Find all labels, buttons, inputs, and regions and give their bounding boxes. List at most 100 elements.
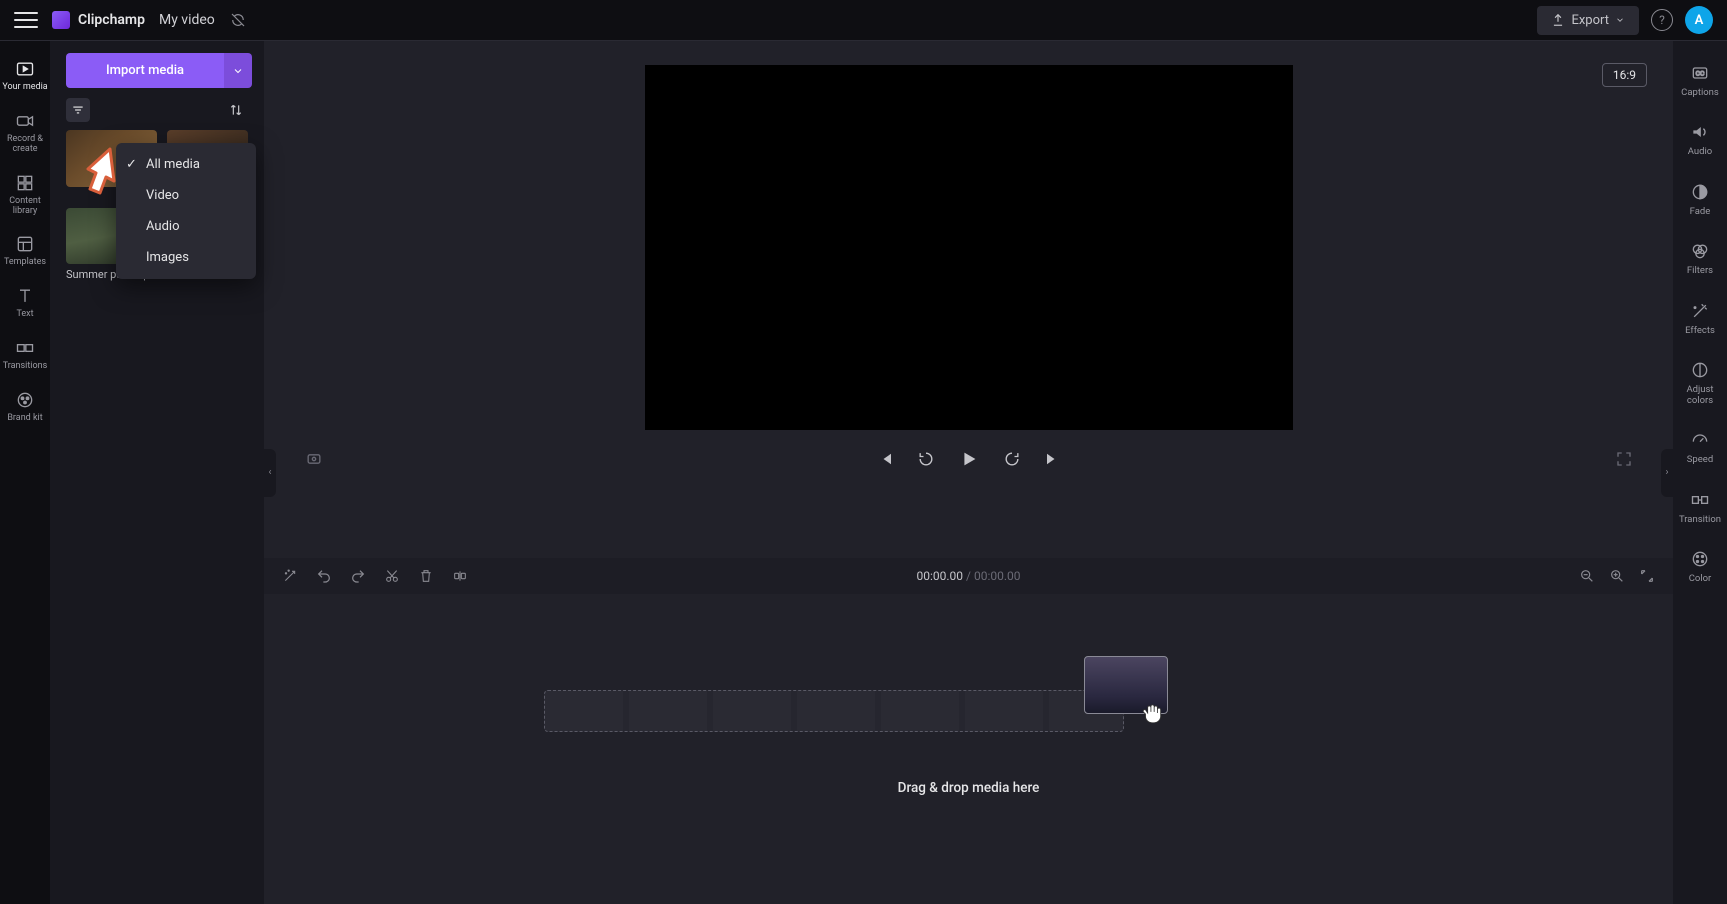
filter-option-audio[interactable]: Audio	[116, 211, 256, 242]
right-adjust-colors[interactable]: Adjust colors	[1673, 350, 1727, 416]
delete-button[interactable]	[418, 568, 434, 584]
filter-dropdown: All media Video Audio Images	[116, 143, 256, 279]
time-display: 00:00.00 / 00:00.00	[916, 569, 1020, 583]
right-label: Audio	[1688, 147, 1712, 157]
fullscreen-button[interactable]	[1615, 450, 1633, 468]
preview-canvas[interactable]	[645, 65, 1293, 430]
nav-templates[interactable]: Templates	[0, 226, 50, 276]
nav-record-create[interactable]: Record & create	[0, 103, 50, 163]
right-label: Adjust colors	[1673, 385, 1727, 406]
undo-button[interactable]	[316, 568, 332, 584]
nav-content-library[interactable]: Content library	[0, 165, 50, 225]
rewind-button[interactable]	[916, 449, 936, 469]
audio-icon	[1690, 122, 1710, 142]
text-icon	[15, 286, 35, 306]
adjust-icon	[1690, 360, 1710, 380]
avatar[interactable]: A	[1685, 6, 1713, 34]
timeline-toolbar: 00:00.00 / 00:00.00	[264, 558, 1673, 594]
topbar-right: Export ? A	[1537, 6, 1713, 35]
avatar-letter: A	[1695, 13, 1704, 28]
brand-kit-icon	[15, 390, 35, 410]
collapse-right-button[interactable]: ›	[1661, 449, 1673, 497]
fit-timeline-button[interactable]	[1639, 568, 1655, 584]
nav-label: Content library	[0, 197, 50, 217]
menu-button[interactable]	[14, 8, 38, 32]
color-icon	[1690, 549, 1710, 569]
filter-button[interactable]	[66, 98, 90, 122]
skip-back-button[interactable]	[876, 450, 894, 468]
magic-button[interactable]	[282, 568, 298, 584]
split-button[interactable]	[452, 568, 468, 584]
filters-icon	[1690, 241, 1710, 261]
project-name[interactable]: My video	[159, 12, 215, 28]
top-bar: Clipchamp My video Export ? A	[0, 0, 1727, 41]
templates-icon	[15, 234, 35, 254]
nav-text[interactable]: Text	[0, 278, 50, 328]
nav-rail: Your media Record & create Content libra…	[0, 41, 50, 904]
nav-label: Your media	[2, 83, 47, 93]
right-label: Fade	[1690, 207, 1711, 217]
nav-label: Brand kit	[7, 414, 42, 424]
right-label: Effects	[1685, 326, 1715, 336]
drop-hint-text: Drag & drop media here	[898, 780, 1040, 796]
zoom-in-button[interactable]	[1609, 568, 1625, 584]
captions-icon: CC	[1690, 63, 1710, 83]
app-name: Clipchamp	[78, 12, 145, 28]
record-voiceover-icon[interactable]	[304, 449, 324, 469]
main-layout: Your media Record & create Content libra…	[0, 41, 1727, 904]
filter-option-images[interactable]: Images	[116, 242, 256, 273]
import-media-button[interactable]: Import media	[66, 53, 224, 88]
speed-icon	[1690, 430, 1710, 450]
preview-area: 16:9	[264, 41, 1673, 558]
nav-label: Templates	[4, 258, 46, 268]
svg-text:CC: CC	[1696, 70, 1705, 78]
right-label: Filters	[1687, 266, 1713, 276]
sort-button[interactable]	[224, 98, 248, 122]
right-label: Color	[1689, 574, 1712, 584]
timeline-drop-zone[interactable]	[544, 690, 1124, 732]
right-rail: › CC Captions Audio Fade Filters Effects…	[1673, 41, 1727, 904]
nav-label: Text	[16, 310, 33, 320]
play-button[interactable]	[958, 448, 980, 470]
right-fade[interactable]: Fade	[1673, 172, 1727, 227]
nav-brand-kit[interactable]: Brand kit	[0, 382, 50, 432]
skip-forward-button[interactable]	[1044, 450, 1062, 468]
right-transition[interactable]: Transition	[1673, 480, 1727, 535]
right-captions[interactable]: CC Captions	[1673, 53, 1727, 108]
right-label: Captions	[1681, 88, 1719, 98]
right-effects[interactable]: Effects	[1673, 291, 1727, 346]
fade-icon	[1690, 182, 1710, 202]
playback-bar	[264, 430, 1673, 488]
filter-option-all[interactable]: All media	[116, 149, 256, 180]
timeline[interactable]: Drag & drop media here	[264, 594, 1673, 904]
center-area: 16:9 00:00.00 /	[264, 41, 1673, 904]
total-time: 00:00.00	[974, 569, 1021, 583]
sync-off-icon[interactable]	[229, 11, 247, 29]
right-filters[interactable]: Filters	[1673, 231, 1727, 286]
transitions-icon	[15, 338, 35, 358]
right-color[interactable]: Color	[1673, 539, 1727, 594]
current-time: 00:00.00	[916, 569, 963, 583]
logo-mark-icon	[52, 11, 70, 29]
cut-button[interactable]	[384, 568, 400, 584]
nav-transitions[interactable]: Transitions	[0, 330, 50, 380]
right-speed[interactable]: Speed	[1673, 420, 1727, 475]
filter-option-video[interactable]: Video	[116, 180, 256, 211]
export-label: Export	[1571, 13, 1609, 28]
forward-button[interactable]	[1002, 449, 1022, 469]
redo-button[interactable]	[350, 568, 366, 584]
nav-your-media[interactable]: Your media	[0, 51, 50, 101]
help-icon[interactable]: ?	[1651, 9, 1673, 31]
camera-icon	[15, 111, 35, 131]
import-media-dropdown[interactable]	[224, 53, 252, 88]
effects-icon	[1690, 301, 1710, 321]
transition-icon	[1690, 490, 1710, 510]
right-audio[interactable]: Audio	[1673, 112, 1727, 167]
aspect-ratio-button[interactable]: 16:9	[1602, 63, 1647, 87]
export-button[interactable]: Export	[1537, 6, 1639, 35]
app-logo[interactable]: Clipchamp	[52, 11, 145, 29]
dragging-clip[interactable]	[1084, 656, 1168, 714]
library-icon	[15, 173, 35, 193]
nav-label: Transitions	[3, 362, 48, 372]
zoom-out-button[interactable]	[1579, 568, 1595, 584]
